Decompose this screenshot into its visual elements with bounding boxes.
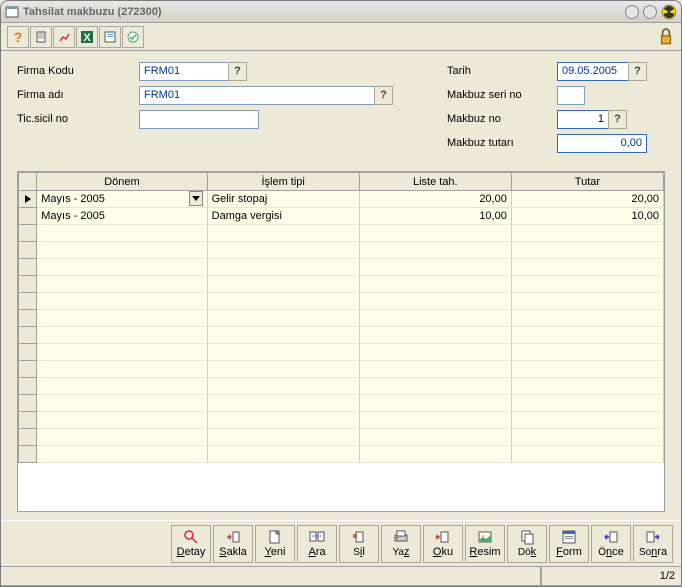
- minimize-button[interactable]: [625, 5, 639, 19]
- cell-liste[interactable]: 20,00: [359, 191, 511, 208]
- firma-adi-input[interactable]: [139, 86, 375, 105]
- toolbar: ? X: [1, 23, 681, 51]
- table-row[interactable]: [19, 242, 664, 259]
- yaz-button[interactable]: Yaz: [381, 525, 421, 563]
- firma-kodu-label: Firma Kodu: [17, 65, 139, 77]
- status-page: 1/2: [541, 567, 681, 586]
- tic-sicil-label: Tic.sicil no: [17, 113, 139, 125]
- firma-kodu-lookup[interactable]: ?: [228, 62, 247, 81]
- table-row[interactable]: [19, 225, 664, 242]
- makbuz-no-lookup[interactable]: ?: [608, 110, 627, 129]
- table-row[interactable]: [19, 395, 664, 412]
- tool-button-5[interactable]: [99, 26, 121, 48]
- makbuz-seri-label: Makbuz seri no: [447, 89, 557, 101]
- oku-rest: ku: [441, 546, 453, 558]
- table-row[interactable]: [19, 446, 664, 463]
- grid-corner: [19, 173, 37, 191]
- table-row[interactable]: [19, 293, 664, 310]
- yeni-rest: eni: [271, 546, 286, 558]
- ara-button[interactable]: Ara: [297, 525, 337, 563]
- makbuz-no-input[interactable]: [557, 110, 609, 129]
- cell-donem[interactable]: Mayıs - 2005: [37, 191, 207, 208]
- makbuz-tutar-display: 0,00: [557, 134, 647, 153]
- app-icon: [5, 5, 19, 19]
- tool-button-3[interactable]: [53, 26, 75, 48]
- cell-donem[interactable]: Mayıs - 2005: [37, 208, 207, 225]
- maximize-button[interactable]: [643, 5, 657, 19]
- statusbar: 1/2: [1, 566, 681, 586]
- window-title: Tahsilat makbuzu (272300): [23, 6, 625, 18]
- form-button[interactable]: Form: [549, 525, 589, 563]
- col-islem[interactable]: İşlem tipi: [207, 173, 359, 191]
- dok-button[interactable]: Dök: [507, 525, 547, 563]
- ara-rest: ra: [316, 546, 326, 558]
- oku-button[interactable]: Oku: [423, 525, 463, 563]
- cell-liste[interactable]: 10,00: [359, 208, 511, 225]
- titlebar: Tahsilat makbuzu (272300): [1, 1, 681, 23]
- sonra-button[interactable]: Sonra: [633, 525, 673, 563]
- table-row[interactable]: [19, 361, 664, 378]
- sakla-button[interactable]: Sakla: [213, 525, 253, 563]
- cell-tutar[interactable]: 10,00: [511, 208, 663, 225]
- table-row[interactable]: [19, 378, 664, 395]
- firma-adi-label: Firma adı: [17, 89, 139, 101]
- form-area: Firma Kodu ? Firma adı ? Tic.sicil no Ta…: [1, 51, 681, 163]
- form-rest: orm: [563, 546, 582, 558]
- sonra-rest: ra: [657, 546, 667, 558]
- makbuz-tutar-label: Makbuz tutarı: [447, 137, 557, 149]
- table-row[interactable]: [19, 412, 664, 429]
- table-row[interactable]: [19, 276, 664, 293]
- table-row[interactable]: [19, 327, 664, 344]
- makbuz-no-label: Makbuz no: [447, 113, 557, 125]
- status-cell-1: [1, 567, 541, 586]
- table-row[interactable]: Mayıs - 2005Damga vergisi10,0010,00: [19, 208, 664, 225]
- once-button[interactable]: Önce: [591, 525, 631, 563]
- col-tutar[interactable]: Tutar: [511, 173, 663, 191]
- sil-button[interactable]: Sil: [339, 525, 379, 563]
- close-button[interactable]: [661, 4, 677, 20]
- cell-islem[interactable]: Damga vergisi: [207, 208, 359, 225]
- cell-islem[interactable]: Gelir stopaj: [207, 191, 359, 208]
- tic-sicil-input[interactable]: [139, 110, 259, 129]
- table-row[interactable]: [19, 344, 664, 361]
- grid: Dönem İşlem tipi Liste tah. Tutar Mayıs …: [17, 171, 665, 512]
- detay-rest: etay: [185, 546, 206, 558]
- table-row[interactable]: Mayıs - 2005Gelir stopaj20,0020,00: [19, 191, 664, 208]
- donem-dropdown[interactable]: [189, 191, 203, 206]
- action-bar: Detay Sakla Yeni Ara Sil Yaz Oku Resim D…: [1, 520, 681, 566]
- main-window: Tahsilat makbuzu (272300) ? X Firma Kodu…: [0, 0, 682, 587]
- table-row[interactable]: [19, 310, 664, 327]
- svg-text:X: X: [83, 32, 91, 44]
- excel-button[interactable]: X: [76, 26, 98, 48]
- window-controls: [625, 4, 677, 20]
- sil-rest: l: [362, 546, 364, 558]
- resim-rest: esim: [477, 546, 500, 558]
- table-row[interactable]: [19, 429, 664, 446]
- sakla-rest: akla: [227, 546, 247, 558]
- col-donem[interactable]: Dönem: [37, 173, 207, 191]
- table-row[interactable]: [19, 259, 664, 276]
- firma-adi-lookup[interactable]: ?: [374, 86, 393, 105]
- help-button[interactable]: ?: [7, 26, 29, 48]
- firma-kodu-input[interactable]: [139, 62, 229, 81]
- makbuz-seri-input[interactable]: [557, 86, 585, 105]
- cell-tutar[interactable]: 20,00: [511, 191, 663, 208]
- tool-button-2[interactable]: [30, 26, 52, 48]
- lock-icon[interactable]: [657, 28, 675, 46]
- once-rest: ce: [612, 546, 624, 558]
- col-liste[interactable]: Liste tah.: [359, 173, 511, 191]
- tarih-input[interactable]: [557, 62, 629, 81]
- detay-button[interactable]: Detay: [171, 525, 211, 563]
- resim-button[interactable]: Resim: [465, 525, 505, 563]
- tarih-lookup[interactable]: ?: [628, 62, 647, 81]
- yeni-button[interactable]: Yeni: [255, 525, 295, 563]
- tarih-label: Tarih: [447, 65, 557, 77]
- tool-button-6[interactable]: [122, 26, 144, 48]
